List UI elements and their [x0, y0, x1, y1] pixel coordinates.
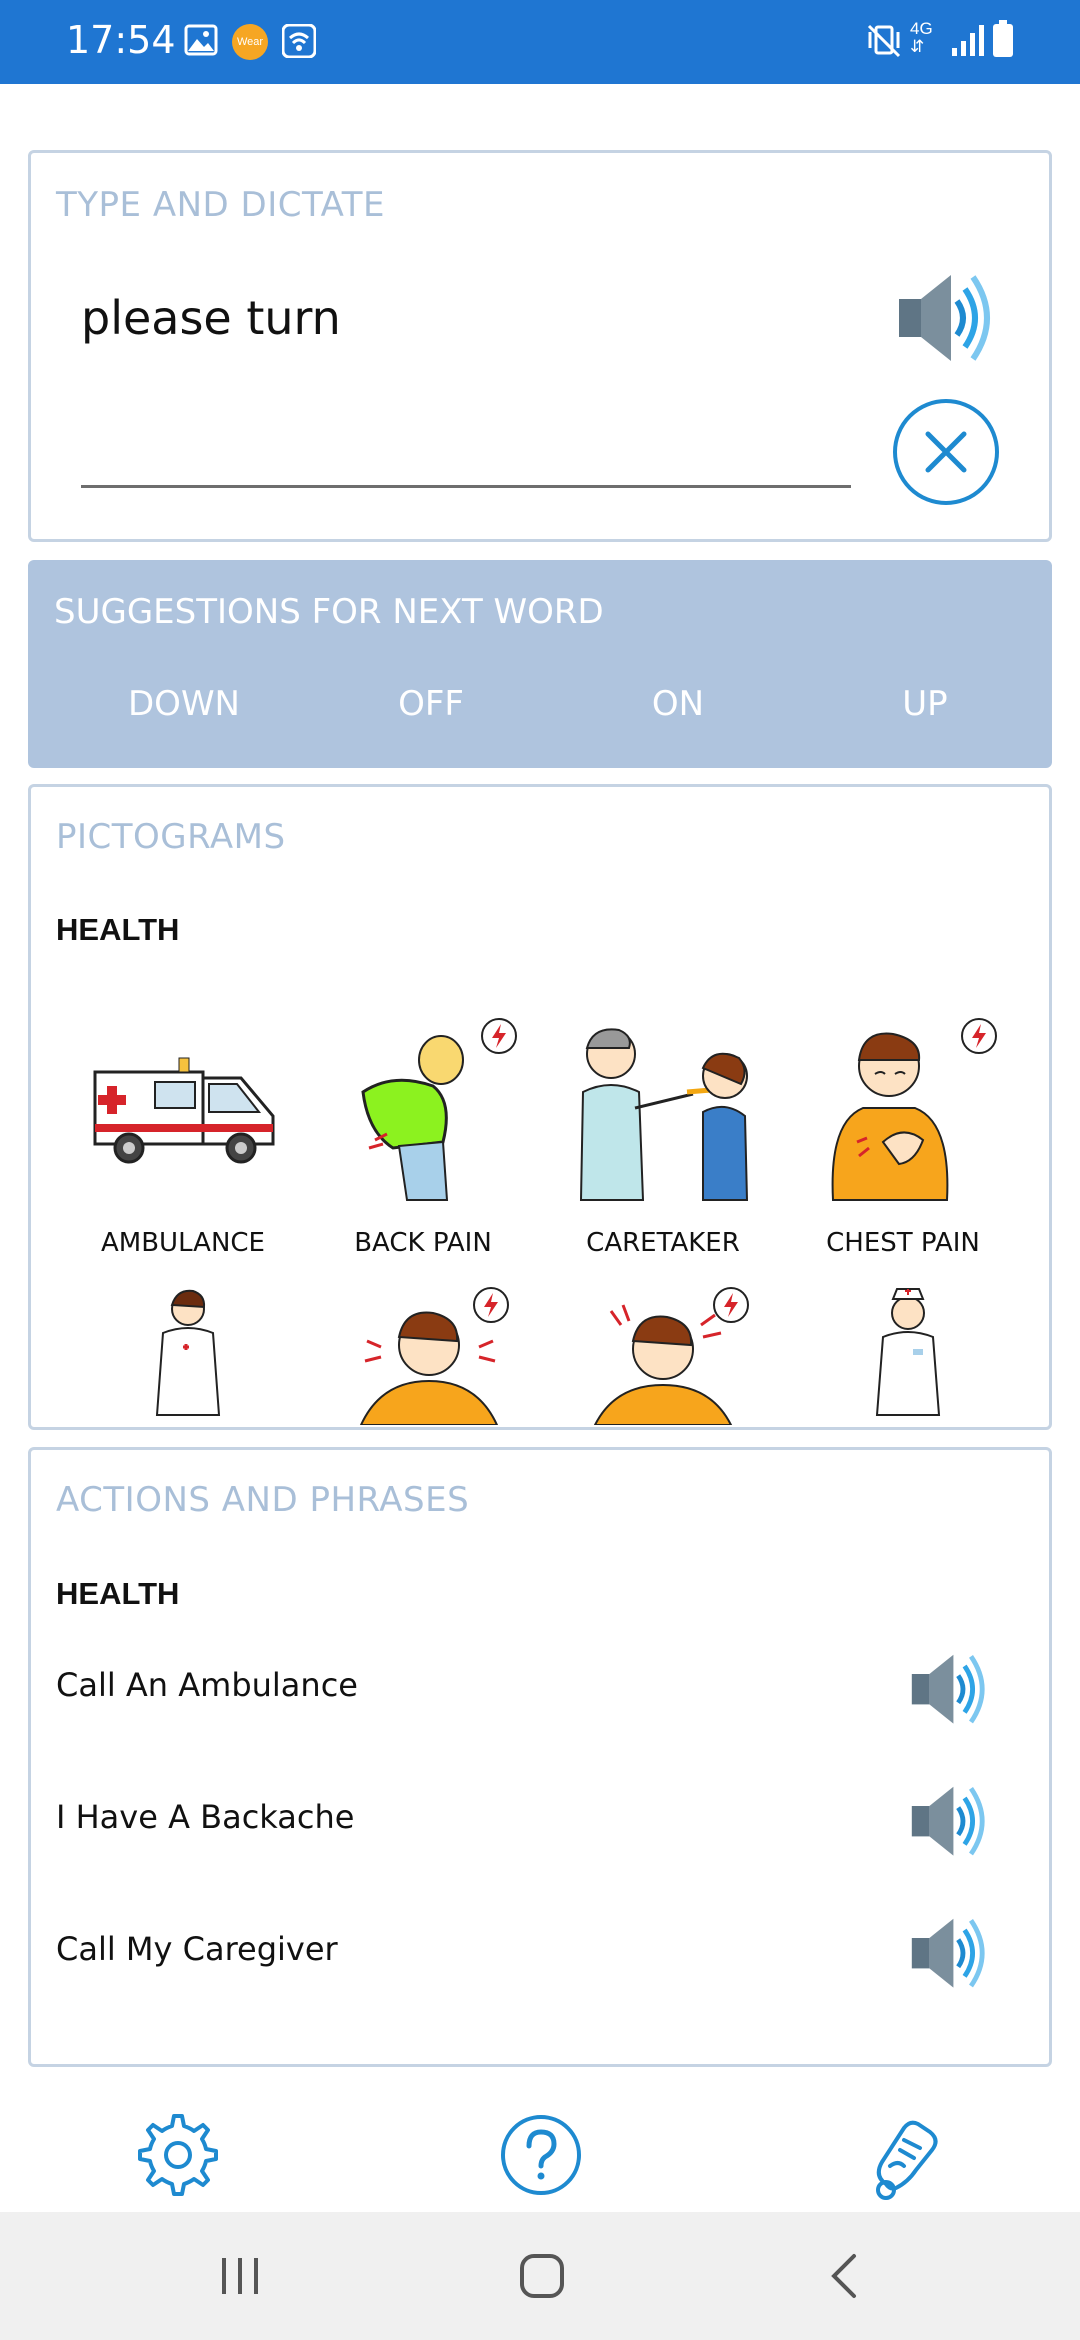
- back-icon[interactable]: [816, 2248, 876, 2304]
- pictograms-card: PICTOGRAMS HEALTH AMBULANCE BACK PAIN CA…: [28, 784, 1052, 1430]
- pictogram-label: CHEST PAIN: [826, 1228, 980, 1258]
- wear-label: Wear: [236, 36, 264, 48]
- doctor-pictogram-icon[interactable]: [143, 1287, 233, 1417]
- recent-apps-icon[interactable]: [210, 2248, 270, 2304]
- status-bar: 17:54 Wear 4G ⇵: [0, 0, 1080, 84]
- suggestions-title: SUGGESTIONS FOR NEXT WORD: [54, 592, 604, 632]
- actions-category: HEALTH: [56, 1576, 180, 1611]
- pictogram-label: AMBULANCE: [101, 1228, 265, 1258]
- pictogram-label: BACK PAIN: [354, 1228, 492, 1258]
- pictogram-ambulance[interactable]: AMBULANCE: [68, 1012, 298, 1258]
- phrase-row[interactable]: I Have A Backache: [56, 1772, 1026, 1862]
- speaker-icon[interactable]: [906, 1914, 996, 1994]
- pain-indicator-icon: [961, 1018, 997, 1054]
- text-input-underline: [81, 485, 851, 488]
- vibrate-icon: [867, 24, 901, 58]
- phrase-row[interactable]: Call My Caregiver: [56, 1904, 1026, 1994]
- speaker-icon[interactable]: [906, 1650, 996, 1730]
- suggestion-word-off[interactable]: OFF: [331, 684, 531, 724]
- pictogram-chest-pain[interactable]: CHEST PAIN: [788, 1012, 1018, 1258]
- sign-language-hand-icon[interactable]: [860, 2110, 950, 2200]
- network-4g-icon: 4G ⇵: [910, 19, 933, 56]
- phrase-text[interactable]: Call An Ambulance: [56, 1666, 358, 1704]
- speaker-icon[interactable]: [906, 1782, 996, 1862]
- network-label: 4G: [910, 19, 933, 38]
- speak-text-speaker-icon[interactable]: [893, 269, 1003, 369]
- pictograms-title: PICTOGRAMS: [56, 817, 286, 857]
- caretaker-icon: [579, 1028, 749, 1201]
- close-icon: [925, 431, 967, 473]
- signal-icon: [952, 25, 984, 56]
- phrase-text[interactable]: I Have A Backache: [56, 1798, 354, 1836]
- settings-gear-icon[interactable]: [130, 2110, 220, 2200]
- status-time: 17:54: [66, 18, 176, 62]
- dictation-text-input[interactable]: please turn: [81, 291, 341, 345]
- suggestion-word-up[interactable]: UP: [825, 684, 1025, 724]
- clear-text-button[interactable]: [893, 399, 999, 505]
- image-icon: [184, 24, 218, 56]
- headache-pictogram-icon[interactable]: [581, 1285, 761, 1425]
- suggestions-card: SUGGESTIONS FOR NEXT WORD DOWN OFF ON UP: [28, 560, 1052, 768]
- pictogram-caretaker[interactable]: CARETAKER: [548, 1012, 778, 1258]
- wear-app-icon: Wear: [232, 24, 268, 60]
- home-icon[interactable]: [512, 2248, 572, 2304]
- battery-icon: [993, 20, 1013, 57]
- earache-pictogram-icon[interactable]: [351, 1285, 511, 1425]
- actions-and-phrases-card: ACTIONS AND PHRASES HEALTH Call An Ambul…: [28, 1447, 1052, 2067]
- phrase-row[interactable]: Call An Ambulance: [56, 1640, 1026, 1730]
- type-and-dictate-title: TYPE AND DICTATE: [56, 185, 385, 225]
- pain-indicator-icon: [481, 1018, 517, 1054]
- system-navigation-bar: [0, 2212, 1080, 2340]
- phrase-text[interactable]: Call My Caregiver: [56, 1930, 338, 1968]
- pictogram-label: CARETAKER: [586, 1228, 740, 1258]
- pictograms-category: HEALTH: [56, 912, 180, 947]
- actions-title: ACTIONS AND PHRASES: [56, 1480, 470, 1520]
- suggestion-word-down[interactable]: DOWN: [84, 684, 284, 724]
- suggestion-word-on[interactable]: ON: [578, 684, 778, 724]
- bottom-toolbar: [0, 2100, 1080, 2210]
- wifi-calling-icon: [282, 24, 316, 58]
- type-and-dictate-card: TYPE AND DICTATE please turn: [28, 150, 1052, 542]
- nurse-pictogram-icon[interactable]: [863, 1287, 953, 1417]
- ambulance-icon: [93, 1057, 275, 1164]
- pictogram-back-pain[interactable]: BACK PAIN: [308, 1012, 538, 1258]
- help-icon[interactable]: [496, 2110, 586, 2200]
